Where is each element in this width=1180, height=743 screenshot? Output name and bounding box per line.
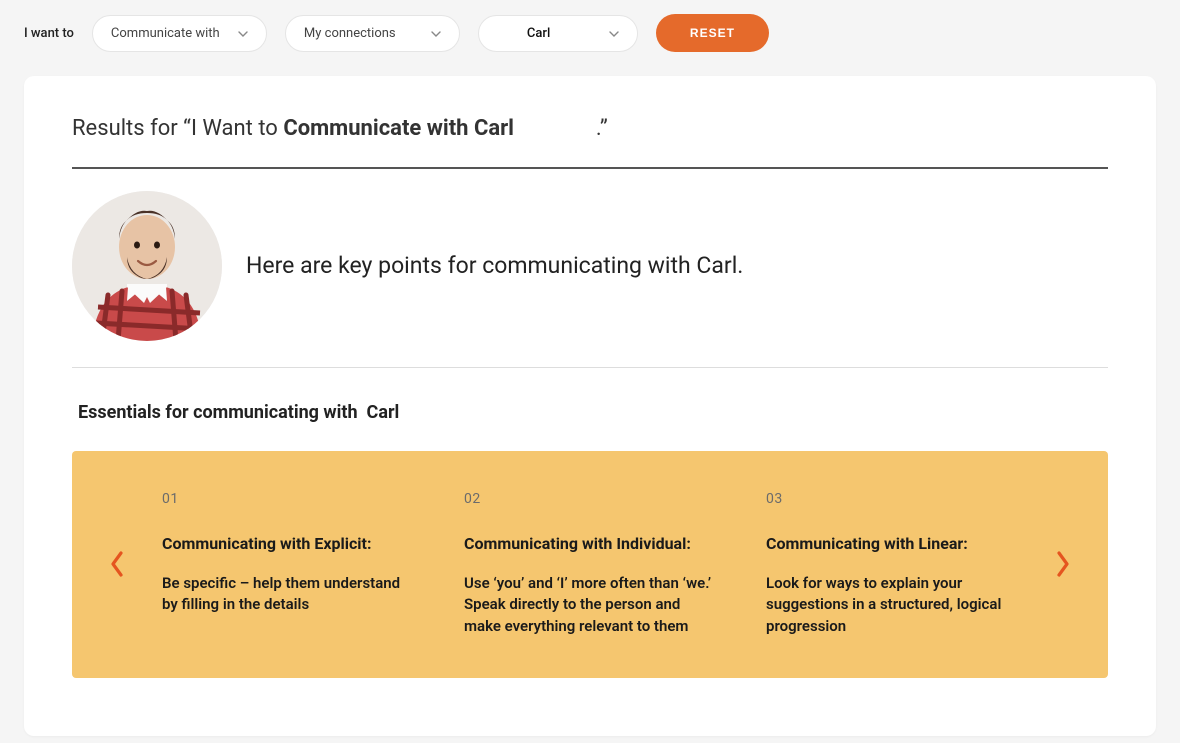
scope-dropdown[interactable]: My connections xyxy=(285,15,460,52)
tip-number: 03 xyxy=(766,491,1018,507)
tip-body: Use ‘you’ and ‘I’ more often than ‘we.’ … xyxy=(464,573,716,638)
scope-dropdown-value: My connections xyxy=(304,26,396,41)
heavy-divider xyxy=(72,167,1108,169)
person-dropdown[interactable]: Carl xyxy=(478,15,638,52)
tip-body: Be specific – help them understand by fi… xyxy=(162,573,414,617)
results-card: Results for “I Want to Communicate with … xyxy=(24,76,1156,736)
tip-card: 02 Communicating with Individual: Use ‘y… xyxy=(464,491,716,638)
tip-title: Communicating with Individual: xyxy=(464,533,716,555)
profile-row: Here are key points for communicating wi… xyxy=(72,191,1108,367)
person-dropdown-value: Carl xyxy=(527,26,550,41)
avatar xyxy=(72,191,222,341)
chevron-down-icon xyxy=(431,28,441,38)
tip-card: 01 Communicating with Explicit: Be speci… xyxy=(162,491,414,638)
essentials-title: Essentials for communicating with Carl xyxy=(78,402,1108,423)
tip-number: 02 xyxy=(464,491,716,507)
results-title: Results for “I Want to Communicate with … xyxy=(72,116,1108,141)
results-title-suffix: .” xyxy=(514,116,608,141)
profile-intro-text: Here are key points for communicating wi… xyxy=(246,250,743,282)
tip-title: Communicating with Linear: xyxy=(766,533,1018,555)
tip-title: Communicating with Explicit: xyxy=(162,533,414,555)
results-title-prefix: Results for “I Want to xyxy=(72,116,283,141)
filter-bar: I want to Communicate with My connection… xyxy=(0,0,1180,76)
results-title-bold: Communicate with Carl xyxy=(283,116,514,141)
chevron-down-icon xyxy=(238,28,248,38)
chevron-down-icon xyxy=(609,28,619,38)
tip-body: Look for ways to explain your suggestion… xyxy=(766,573,1018,638)
tips-carousel: 01 Communicating with Explicit: Be speci… xyxy=(72,451,1108,678)
tip-card: 03 Communicating with Linear: Look for w… xyxy=(766,491,1018,638)
filter-label: I want to xyxy=(24,26,74,41)
thin-divider xyxy=(72,367,1108,368)
tip-number: 01 xyxy=(162,491,414,507)
essentials-title-name: Carl xyxy=(367,402,400,423)
action-dropdown[interactable]: Communicate with xyxy=(92,15,267,52)
reset-button[interactable]: RESET xyxy=(656,14,769,52)
essentials-title-prefix: Essentials for communicating with xyxy=(78,402,367,423)
carousel-prev-button[interactable] xyxy=(102,544,132,584)
action-dropdown-value: Communicate with xyxy=(111,26,220,41)
carousel-next-button[interactable] xyxy=(1048,544,1078,584)
tips-row: 01 Communicating with Explicit: Be speci… xyxy=(142,491,1038,638)
